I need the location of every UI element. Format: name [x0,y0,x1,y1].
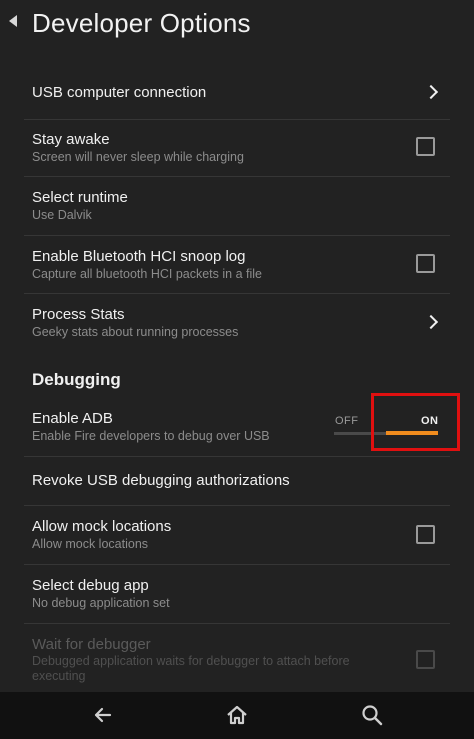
action-bar: Developer Options [0,0,474,52]
setting-select-runtime[interactable]: Select runtime Use Dalvik [0,177,474,235]
setting-summary: Screen will never sleep while charging [32,150,244,164]
setting-select-debug-app[interactable]: Select debug app No debug application se… [0,565,474,623]
setting-summary: Capture all bluetooth HCI packets in a f… [32,267,262,281]
setting-label: Revoke USB debugging authorizations [32,472,290,489]
setting-bluetooth-hci-snoop-log[interactable]: Enable Bluetooth HCI snoop log Capture a… [0,236,474,293]
setting-label: Wait for debugger [32,636,151,653]
setting-label: Process Stats [32,306,125,323]
navigation-bar [0,692,474,739]
setting-label: Enable ADB [32,410,113,427]
setting-process-stats[interactable]: Process Stats Geeky stats about running … [0,294,474,351]
setting-label: Allow mock locations [32,518,172,535]
wait-for-debugger-checkbox [416,650,435,669]
setting-summary: Enable Fire developers to debug over USB [32,429,270,443]
mock-locations-checkbox[interactable] [416,525,435,544]
setting-label: Select runtime [32,189,128,206]
setting-summary: Allow mock locations [32,537,149,551]
setting-allow-mock-locations[interactable]: Allow mock locations Allow mock location… [0,506,474,564]
home-icon[interactable] [222,700,252,730]
search-icon[interactable] [357,700,387,730]
chevron-right-icon [423,314,439,330]
setting-label: Enable Bluetooth HCI snoop log [32,248,246,265]
setting-stay-awake[interactable]: Stay awake Screen will never sleep while… [0,120,474,176]
chevron-right-icon [423,84,439,100]
bluetooth-hci-checkbox[interactable] [416,254,435,273]
page-title: Developer Options [32,8,251,38]
stay-awake-checkbox[interactable] [416,137,435,156]
setting-summary: Geeky stats about running processes [32,325,239,339]
back-caret-icon[interactable] [9,15,17,27]
setting-summary: No debug application set [32,596,170,610]
section-header-debugging: Debugging [32,370,121,389]
setting-usb-computer-connection[interactable]: USB computer connection [0,64,474,120]
highlight-annotation-box [371,393,460,451]
back-arrow-icon[interactable] [88,700,118,730]
setting-revoke-usb-debugging[interactable]: Revoke USB debugging authorizations [0,457,474,505]
setting-label: Select debug app [32,577,149,594]
setting-label: USB computer connection [32,84,207,101]
setting-summary: Debugged application waits for debugger … [32,654,350,683]
setting-wait-for-debugger: Wait for debugger Debugged application w… [0,624,474,692]
setting-summary: Use Dalvik [32,208,92,222]
toggle-off-label: OFF [335,415,359,427]
setting-label: Stay awake [32,131,110,148]
